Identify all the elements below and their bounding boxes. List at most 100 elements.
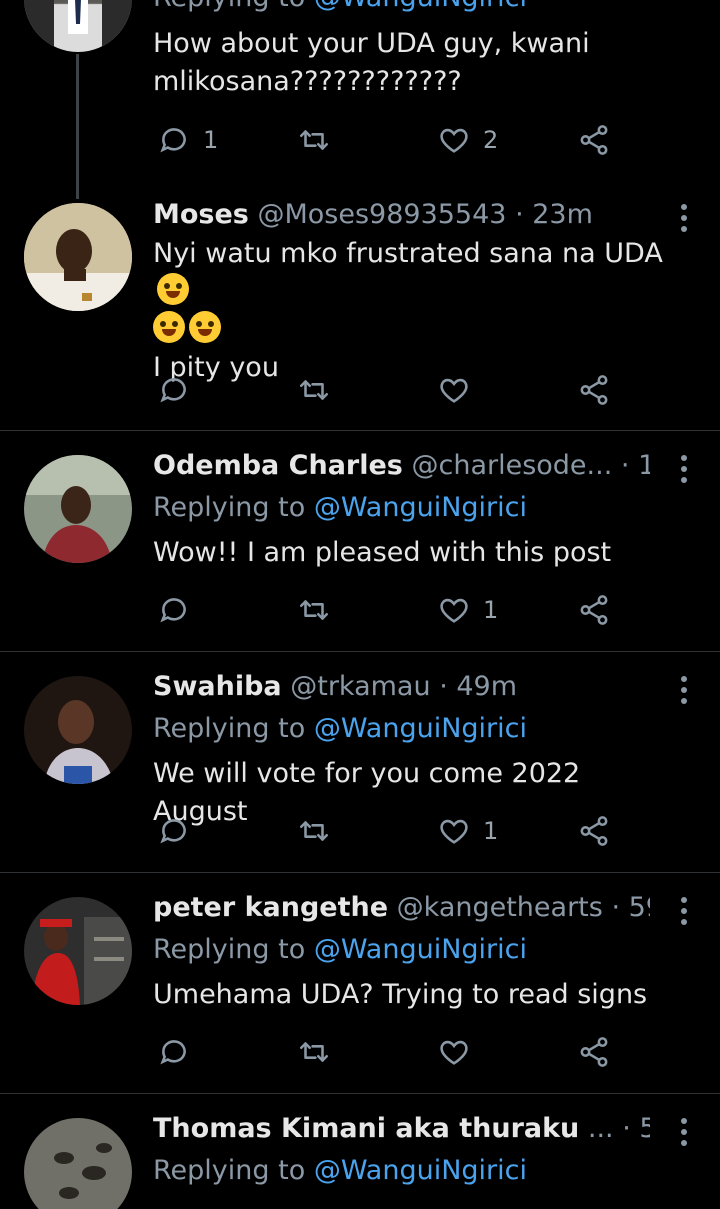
tweet-text-line	[153, 311, 680, 349]
tweet-text-line: Nyi watu mko frustrated sana na UDA	[153, 235, 680, 311]
display-name[interactable]: Thomas Kimani aka thuraku	[153, 1113, 579, 1144]
tweet-actions: 1	[153, 811, 623, 851]
user-handle[interactable]: @kangethearts	[397, 892, 603, 923]
retweet-arrows-icon	[299, 130, 329, 150]
reply-to-mention[interactable]: @WanguiNgirici	[314, 934, 527, 965]
tweet-card[interactable]: Swahiba @trkamau · 49m Replying to @Wang…	[0, 652, 720, 872]
reply-to-mention[interactable]: @WanguiNgirici	[314, 1155, 527, 1186]
more-options-button[interactable]	[680, 455, 688, 488]
thread-line	[76, 54, 79, 199]
share-button[interactable]	[577, 811, 611, 851]
timestamp: 23m	[532, 199, 593, 230]
like-button[interactable]: 1	[437, 590, 498, 630]
heart-outline-icon	[440, 128, 468, 153]
like-count: 2	[483, 126, 499, 154]
tweet-actions	[153, 370, 623, 410]
display-name[interactable]: peter kangethe	[153, 892, 388, 923]
like-button[interactable]	[437, 1032, 483, 1072]
heart-outline-icon	[440, 598, 468, 623]
reply-to-mention[interactable]: @WanguiNgirici	[314, 0, 527, 13]
share-button[interactable]	[577, 120, 611, 160]
tweet-card[interactable]: Thomas Kimani aka thuraku ... · 52m Repl…	[0, 1094, 720, 1209]
reply-to-prefix: Replying to	[153, 0, 305, 13]
reply-to-prefix: Replying to	[153, 1155, 306, 1186]
tweet-card[interactable]: peter kangethe @kangethearts · 59m Reply…	[0, 873, 720, 1093]
reply-button[interactable]	[157, 1032, 203, 1072]
more-options-button[interactable]	[680, 897, 688, 930]
user-handle[interactable]: @trkamau	[290, 671, 430, 702]
timestamp: 1h	[638, 450, 650, 481]
reply-to-line: Replying to @WanguiNgirici	[153, 1153, 527, 1189]
reply-to-mention[interactable]: @WanguiNgirici	[314, 492, 527, 523]
separator-dot: ·	[611, 892, 621, 923]
avatar[interactable]	[24, 1118, 132, 1209]
tweet-text-line: Umehama UDA? Trying to read signs	[153, 979, 648, 1010]
speech-bubble-icon	[160, 378, 186, 403]
retweet-button[interactable]	[297, 1032, 331, 1072]
like-button[interactable]	[437, 370, 483, 410]
more-options-button[interactable]	[680, 204, 688, 237]
retweet-button[interactable]	[297, 811, 331, 851]
tweet-actions: 1	[153, 590, 623, 630]
more-options-button[interactable]	[680, 1118, 688, 1151]
like-count: 1	[483, 596, 499, 624]
user-handle[interactable]: @charlesode...	[411, 450, 612, 481]
tweet-text-line: mlikosana????????????	[153, 66, 462, 97]
tweet-text: Wow!! I am pleased with this post	[153, 534, 680, 572]
tweet-header: peter kangethe @kangethearts · 59m	[153, 890, 650, 926]
avatar[interactable]	[24, 676, 132, 784]
tweet-card[interactable]: Moses @Moses98935543 · 23m Nyi watu mko …	[0, 190, 720, 430]
share-nodes-icon	[580, 595, 608, 625]
share-button[interactable]	[577, 1032, 611, 1072]
tweet-text-line: Wow!! I am pleased with this post	[153, 537, 612, 568]
reply-button[interactable]	[157, 370, 203, 410]
avatar[interactable]	[24, 0, 132, 52]
reply-count: 1	[203, 126, 219, 154]
avatar[interactable]	[24, 897, 132, 1005]
share-nodes-icon	[580, 816, 608, 846]
retweet-button[interactable]	[297, 590, 331, 630]
speech-bubble-icon	[160, 819, 186, 844]
more-options-button[interactable]	[680, 676, 688, 709]
retweet-arrows-icon	[299, 821, 329, 841]
share-button[interactable]	[577, 590, 611, 630]
reply-to-mention[interactable]: @WanguiNgirici	[314, 713, 527, 744]
like-button[interactable]: 2	[437, 120, 498, 160]
retweet-arrows-icon	[299, 1042, 329, 1062]
like-count: 1	[483, 817, 499, 845]
reply-to-prefix: Replying to	[153, 713, 306, 744]
display-name[interactable]: Odemba Charles	[153, 450, 403, 481]
steam-face-emoji-icon	[157, 273, 189, 305]
share-nodes-icon	[580, 1037, 608, 1067]
reply-to-line: Replying to @WanguiNgirici	[153, 490, 527, 526]
reply-button[interactable]	[157, 590, 203, 630]
tweet-header: Thomas Kimani aka thuraku ... · 52m	[153, 1111, 650, 1147]
speech-bubble-icon	[160, 1040, 186, 1065]
tweet-header: Swahiba @trkamau · 49m	[153, 669, 650, 705]
timestamp: 49m	[456, 671, 518, 702]
user-handle[interactable]: ...	[588, 1113, 614, 1144]
display-name[interactable]: Moses	[153, 199, 249, 230]
reply-button[interactable]: 1	[157, 120, 218, 160]
retweet-button[interactable]	[297, 370, 331, 410]
tweet-header: Odemba Charles @charlesode... · 1h	[153, 448, 650, 484]
vertical-ellipsis-icon	[681, 676, 687, 682]
reply-to-prefix: Replying to	[153, 492, 306, 523]
avatar[interactable]	[24, 455, 132, 563]
tweet-text-line: How about your UDA guy, kwani	[153, 28, 590, 59]
reply-to-line: Replying to @WanguiNgirici	[153, 932, 527, 968]
tweet-card[interactable]: Replying to @WanguiNgirici How about you…	[0, 0, 720, 215]
reply-button[interactable]	[157, 811, 203, 851]
vertical-ellipsis-icon	[681, 897, 687, 903]
user-handle[interactable]: @Moses98935543	[257, 199, 506, 230]
heart-outline-icon	[440, 378, 468, 403]
heart-outline-icon	[440, 1040, 468, 1065]
like-button[interactable]: 1	[437, 811, 498, 851]
avatar[interactable]	[24, 203, 132, 311]
tweet-text: How about your UDA guy, kwani mlikosana?…	[153, 25, 680, 101]
display-name[interactable]: Swahiba	[153, 671, 282, 702]
tweet-card[interactable]: Odemba Charles @charlesode... · 1h Reply…	[0, 431, 720, 651]
reply-to-line: Replying to @WanguiNgirici	[153, 0, 527, 16]
retweet-button[interactable]	[297, 120, 331, 160]
share-button[interactable]	[577, 370, 611, 410]
